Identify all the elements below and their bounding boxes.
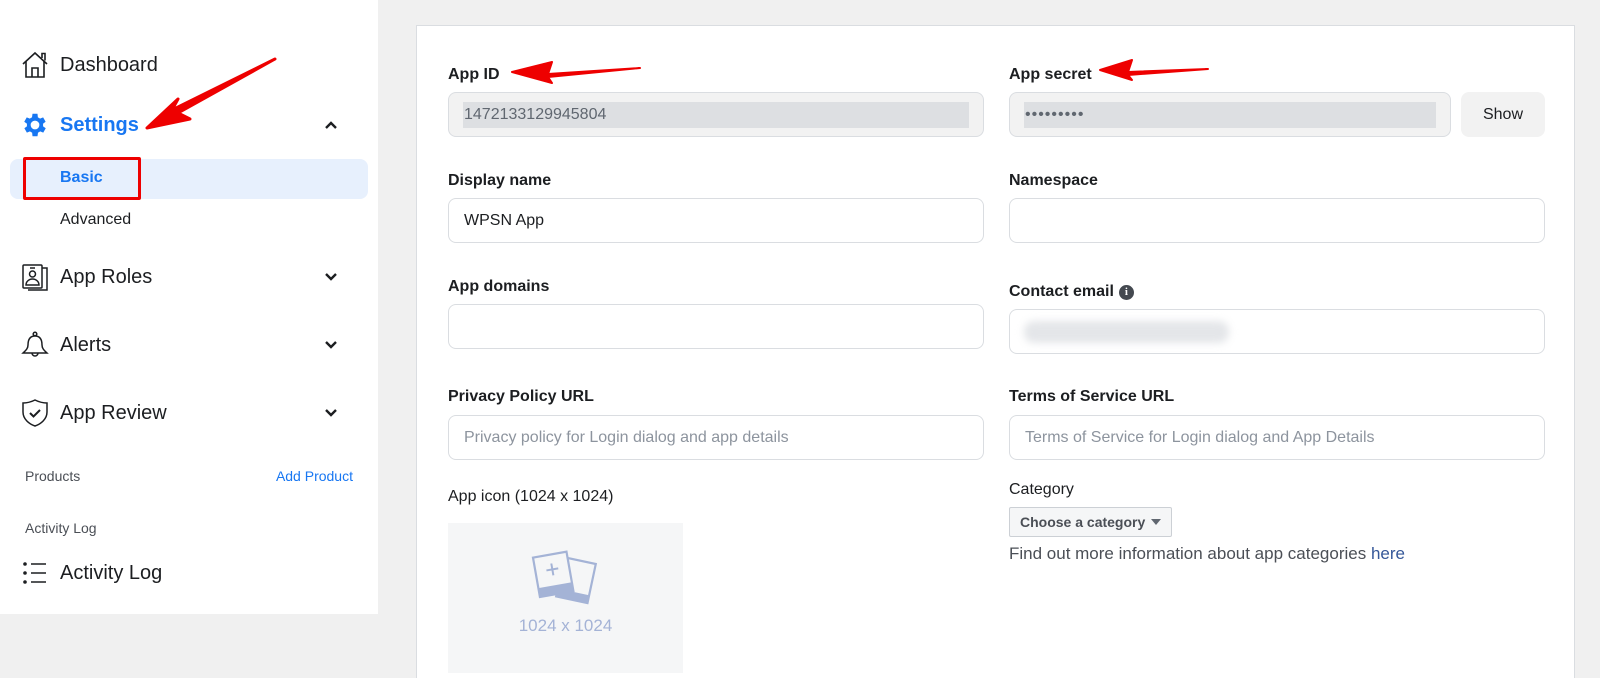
info-icon[interactable]: i [1118,284,1134,300]
contact-email-label: Contact email i [1009,283,1134,301]
sidebar-item-label: Activity Log [60,561,163,584]
app-id-label: App ID [448,66,500,83]
sidebar-item-dashboard[interactable]: Dashboard [0,45,378,85]
app-domains-field[interactable] [448,304,984,349]
privacy-policy-url-field[interactable]: Privacy policy for Login dialog and app … [448,415,984,460]
namespace-field[interactable] [1009,198,1545,243]
chevron-down-icon[interactable] [322,404,340,422]
terms-url-placeholder: Terms of Service for Login dialog and Ap… [1025,428,1375,446]
sidebar-subitem-advanced[interactable]: Advanced [10,201,368,241]
sidebar-item-activity-log[interactable]: Activity Log [0,553,378,593]
chevron-down-icon[interactable] [322,336,340,354]
contact-email-label-text: Contact email [1009,283,1114,300]
sidebar-item-label: App Review [60,401,167,424]
namespace-label: Namespace [1009,172,1098,189]
sidebar-item-label: Dashboard [60,53,158,76]
app-secret-label: App secret [1009,66,1092,83]
chevron-down-icon[interactable] [322,268,340,286]
sidebar: Dashboard Settings Basic Advanced App Ro… [0,0,378,614]
id-badge-icon [20,262,50,292]
terms-url-label: Terms of Service URL [1009,388,1175,405]
category-selected-value: Choose a category [1020,514,1146,530]
sidebar-item-alerts[interactable]: Alerts [0,325,378,365]
sidebar-item-app-roles[interactable]: App Roles [0,257,378,297]
shield-check-icon [20,398,50,428]
show-secret-button[interactable]: Show [1461,92,1545,137]
category-help-link[interactable]: here [1371,544,1405,563]
list-icon [20,558,50,588]
sidebar-item-label: App Roles [60,265,153,288]
gear-icon [20,110,50,140]
display-name-field[interactable]: WPSN App [448,198,984,243]
contact-email-redacted-value [1024,321,1229,343]
display-name-label: Display name [448,172,552,189]
privacy-policy-url-placeholder: Privacy policy for Login dialog and app … [464,428,789,446]
sidebar-item-label: Settings [60,113,139,136]
app-secret-value: ••••••••• [1024,102,1436,128]
display-name-value: WPSN App [464,211,545,229]
home-icon [20,50,50,80]
sidebar-item-label: Alerts [60,333,112,356]
app-id-field[interactable]: 1472133129945804 [448,92,984,137]
category-help-text-body: Find out more information about app cate… [1009,544,1371,563]
chevron-up-icon[interactable] [322,116,340,134]
category-help-text: Find out more information about app cate… [1009,544,1405,564]
bell-icon [20,330,50,360]
caret-down-icon [1151,519,1162,525]
contact-email-field[interactable] [1009,309,1545,354]
products-section-label: Products [25,468,81,484]
sidebar-subitem-label: Advanced [60,211,132,228]
sidebar-item-app-review[interactable]: App Review [0,393,378,433]
category-dropdown[interactable]: Choose a category [1009,507,1173,537]
category-label: Category [1009,481,1074,498]
app-icon-upload[interactable]: 1024 x 1024 [448,523,683,673]
image-upload-icon [531,550,598,605]
app-icon-label: App icon (1024 x 1024) [448,488,614,505]
activity-log-section-label: Activity Log [25,520,97,536]
sidebar-item-settings[interactable]: Settings [0,105,378,145]
app-icon-size-text: 1024 x 1024 [518,616,613,635]
add-product-link[interactable]: Add Product [276,468,353,484]
app-secret-field[interactable]: ••••••••• [1009,92,1451,137]
sidebar-subitem-label: Basic [60,169,103,186]
app-domains-label: App domains [448,278,550,295]
privacy-policy-url-label: Privacy Policy URL [448,388,594,405]
terms-url-field[interactable]: Terms of Service for Login dialog and Ap… [1009,415,1545,460]
app-id-value: 1472133129945804 [463,102,969,128]
sidebar-subitem-basic[interactable]: Basic [10,159,368,199]
basic-settings-card: App ID 1472133129945804 App secret •••••… [416,25,1575,678]
